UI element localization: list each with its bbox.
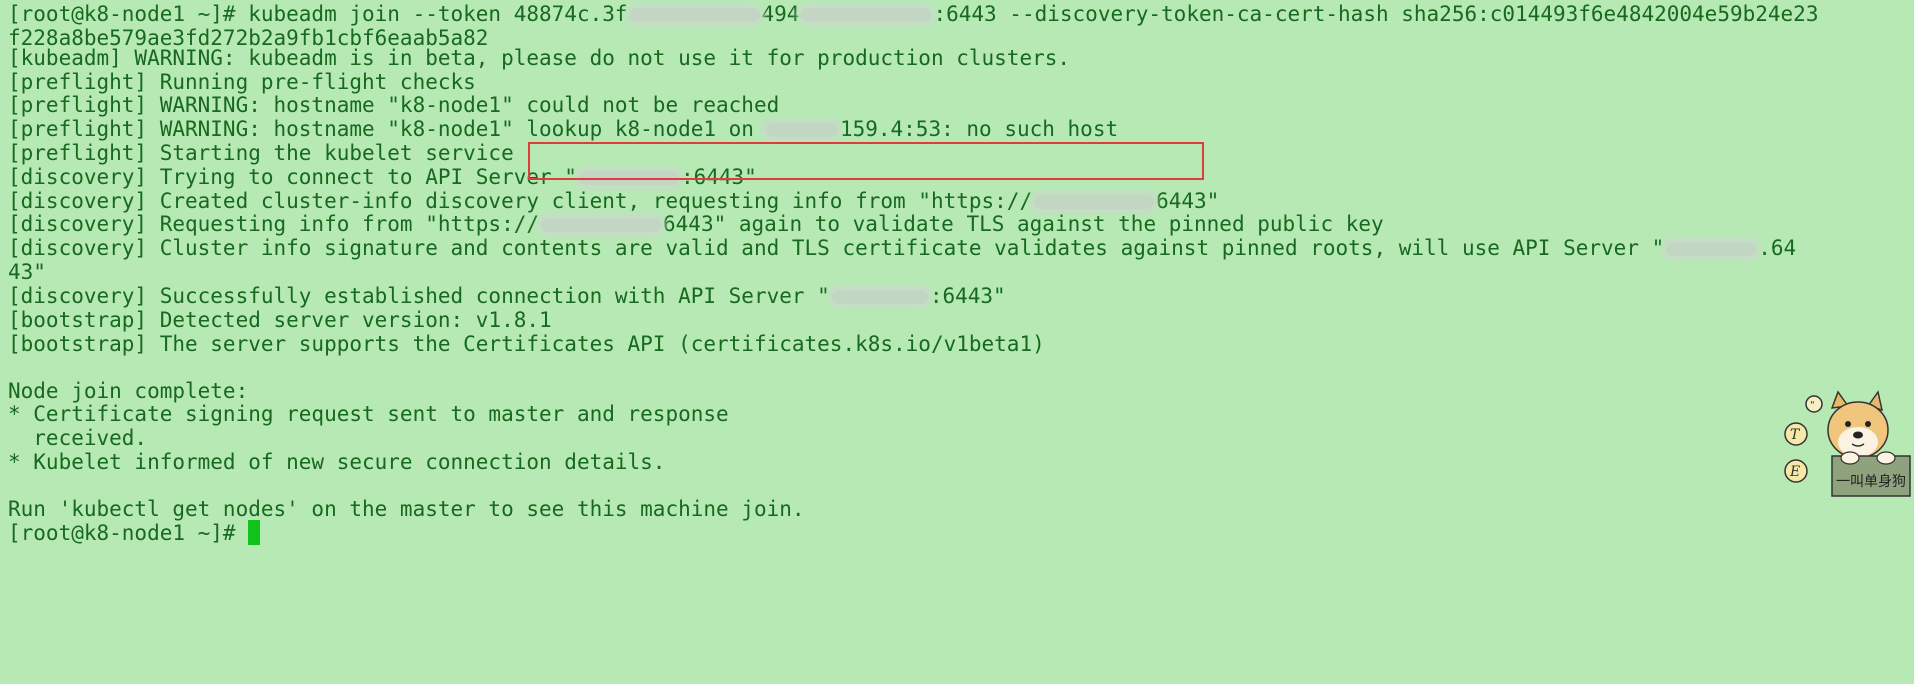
doge-sticker-icon: " T E 一叫单身狗 (1772, 386, 1912, 506)
discovery-text: [discovery] Cluster info signature and c… (8, 236, 1665, 260)
text-cursor (248, 520, 261, 545)
redacted-text (801, 8, 932, 22)
terminal-line: [bootstrap] The server supports the Cert… (8, 332, 1045, 356)
terminal-line: * Kubelet informed of new secure connect… (8, 450, 666, 474)
discovery-text: 6443" again to validate TLS against the … (663, 212, 1384, 236)
svg-text:": " (1810, 400, 1815, 411)
shell-prompt: [root@k8-node1 ~]# (8, 521, 249, 545)
warning-prefix: [preflight] WARNING: hostname "k8-node1" (8, 117, 527, 141)
lookup-text: lookup k8-node1 on (526, 117, 754, 141)
discovery-text: [discovery] Successfully established con… (8, 284, 830, 308)
redacted-text (765, 123, 838, 137)
terminal-line: [discovery] Cluster info signature and c… (8, 234, 1796, 263)
discovery-text: .64 (1758, 236, 1797, 260)
sticker-sign-text: 一叫单身狗 (1836, 474, 1906, 490)
terminal-window[interactable]: [root@k8-node1 ~]# kubeadm join --token … (0, 0, 1914, 684)
redacted-text (629, 8, 760, 22)
command-text: [root@k8-node1 ~]# kubeadm join --token … (8, 2, 628, 26)
redacted-text (831, 290, 928, 304)
discovery-text: [discovery] Requesting info from "https:… (8, 212, 540, 236)
svg-text:E: E (1789, 464, 1800, 480)
redacted-text (541, 218, 662, 232)
highlight-box (528, 142, 1204, 180)
redacted-text (1666, 242, 1757, 256)
terminal-prompt-line[interactable]: [root@k8-node1 ~]# (8, 519, 261, 548)
command-text: :6443 --discovery-token-ca-cert-hash sha… (933, 2, 1819, 26)
lookup-result: 159.4:53: no such host (839, 117, 1119, 141)
redacted-text (1034, 195, 1155, 209)
discovery-text: [discovery] Trying to connect to API Ser… (8, 165, 577, 189)
command-text: 494 (761, 2, 800, 26)
discovery-text: :6443" (929, 284, 1006, 308)
